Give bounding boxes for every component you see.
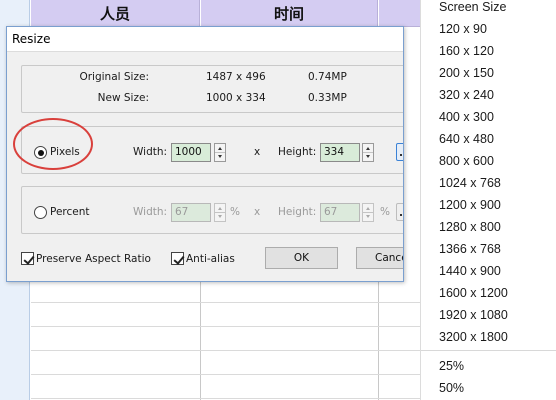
percent-presets-button[interactable]: [396, 203, 403, 221]
preserve-aspect-label[interactable]: Preserve Aspect Ratio: [36, 253, 151, 265]
pixels-label[interactable]: Pixels: [50, 146, 80, 158]
percent-height-spinner[interactable]: [362, 203, 374, 222]
spin-down-icon[interactable]: [215, 213, 225, 222]
menu-item-1366x768[interactable]: 1366 x 768: [439, 242, 501, 256]
spin-up-icon[interactable]: [215, 144, 225, 153]
width-label: Width:: [133, 146, 168, 158]
height-label: Height:: [278, 146, 317, 158]
original-size-megapixels: 0.74MP: [308, 71, 347, 83]
spin-up-icon[interactable]: [215, 204, 225, 213]
menu-item-50-percent[interactable]: 50%: [439, 381, 464, 395]
row-divider: [31, 326, 420, 327]
spin-up-icon[interactable]: [363, 204, 373, 213]
menu-item-800x600[interactable]: 800 x 600: [439, 154, 494, 168]
pixels-group: Pixels Width: 1000 x Height: 334: [21, 126, 403, 174]
resize-dialog: Resize Original Size: 1487 x 496 0.74MP …: [6, 26, 404, 282]
new-size-megapixels: 0.33MP: [308, 92, 347, 104]
preserve-aspect-checkbox[interactable]: [21, 252, 34, 265]
percent-group: Percent Width: 67 % x Height: 67 %: [21, 186, 403, 234]
ok-button[interactable]: OK: [265, 247, 338, 269]
size-preset-menu: Screen Size 120 x 90 160 x 120 200 x 150…: [420, 0, 556, 400]
menu-item-25-percent[interactable]: 25%: [439, 359, 464, 373]
percent-width-label: Width:: [133, 206, 168, 218]
menu-item-1280x800[interactable]: 1280 x 800: [439, 220, 501, 234]
antialias-checkbox[interactable]: [171, 252, 184, 265]
width-spinner[interactable]: [214, 143, 226, 162]
menu-item-160x120[interactable]: 160 x 120: [439, 44, 494, 58]
row-divider: [31, 398, 420, 399]
percent-radio[interactable]: [34, 206, 47, 219]
percent-label[interactable]: Percent: [50, 206, 90, 218]
row-divider: [31, 302, 420, 303]
menu-item-1920x1080[interactable]: 1920 x 1080: [439, 308, 508, 322]
column-header-next[interactable]: [379, 0, 420, 27]
column-header-personnel[interactable]: 人员: [31, 0, 200, 27]
menu-item-200x150[interactable]: 200 x 150: [439, 66, 494, 80]
menu-item-320x240[interactable]: 320 x 240: [439, 88, 494, 102]
percent-height-input[interactable]: 67: [320, 203, 360, 222]
size-info-group: Original Size: 1487 x 496 0.74MP New Siz…: [21, 65, 403, 113]
menu-item-3200x1800[interactable]: 3200 x 1800: [439, 330, 508, 344]
menu-separator: [421, 350, 556, 351]
menu-item-640x480[interactable]: 640 x 480: [439, 132, 494, 146]
percent-width-input[interactable]: 67: [171, 203, 211, 222]
original-size-value: 1487 x 496: [206, 71, 266, 83]
size-presets-button[interactable]: [396, 143, 403, 161]
percent-width-spinner[interactable]: [214, 203, 226, 222]
height-spinner[interactable]: [362, 143, 374, 162]
row-divider: [31, 374, 420, 375]
menu-item-1200x900[interactable]: 1200 x 900: [439, 198, 501, 212]
spin-up-icon[interactable]: [363, 144, 373, 153]
cancel-button[interactable]: Cance: [356, 247, 403, 269]
height-input[interactable]: 334: [320, 143, 360, 162]
row-divider: [31, 350, 420, 351]
percent-height-label: Height:: [278, 206, 317, 218]
percent-height-unit: %: [380, 206, 390, 218]
menu-item-1440x900[interactable]: 1440 x 900: [439, 264, 501, 278]
original-size-label: Original Size:: [79, 71, 149, 83]
dialog-titlebar[interactable]: Resize: [7, 27, 403, 52]
dimension-separator: x: [254, 206, 261, 218]
new-size-label: New Size:: [97, 92, 149, 104]
antialias-label[interactable]: Anti-alias: [186, 253, 235, 265]
spin-down-icon[interactable]: [363, 153, 373, 162]
column-header-time[interactable]: 时间: [201, 0, 378, 27]
dimension-separator: x: [254, 146, 261, 158]
new-size-value: 1000 x 334: [206, 92, 266, 104]
width-input[interactable]: 1000: [171, 143, 211, 162]
dialog-title: Resize: [12, 32, 51, 46]
menu-item-120x90[interactable]: 120 x 90: [439, 22, 487, 36]
menu-item-1600x1200[interactable]: 1600 x 1200: [439, 286, 508, 300]
spin-down-icon[interactable]: [215, 153, 225, 162]
spin-down-icon[interactable]: [363, 213, 373, 222]
menu-item-screen-size[interactable]: Screen Size: [439, 0, 506, 14]
menu-item-400x300[interactable]: 400 x 300: [439, 110, 494, 124]
percent-width-unit: %: [230, 206, 240, 218]
menu-item-1024x768[interactable]: 1024 x 768: [439, 176, 501, 190]
pixels-radio[interactable]: [34, 146, 47, 159]
